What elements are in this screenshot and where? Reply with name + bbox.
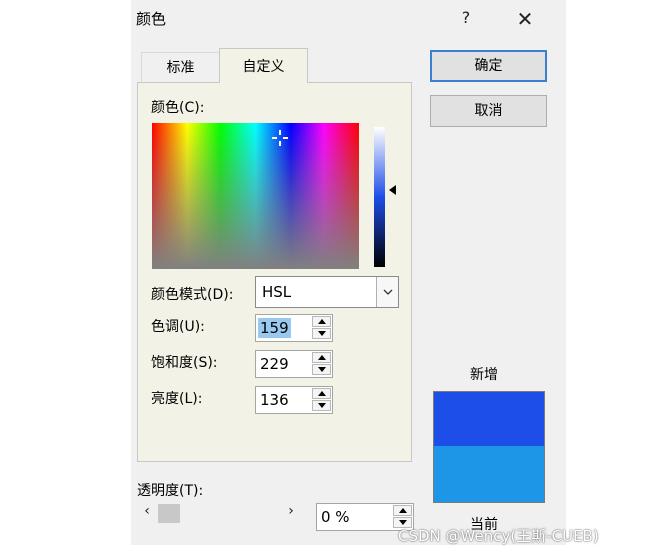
saturation-decrement-button[interactable]	[312, 364, 331, 375]
saturation-value[interactable]: 229	[258, 354, 291, 374]
luminance-label: 亮度(L):	[151, 391, 203, 407]
transparency-increment-button[interactable]	[393, 505, 412, 516]
arrow-down-icon	[317, 331, 326, 336]
hue-increment-button[interactable]	[312, 316, 331, 327]
cancel-button[interactable]: 取消	[430, 95, 547, 127]
color-preview	[433, 391, 545, 503]
luminance-spinner[interactable]: 136	[255, 386, 333, 414]
arrow-down-icon	[317, 403, 326, 408]
current-color-swatch	[434, 446, 544, 502]
saturation-spin-buttons	[312, 352, 331, 376]
luminance-increment-button[interactable]	[312, 388, 331, 399]
arrow-up-icon	[398, 508, 407, 513]
ok-button[interactable]: 确定	[430, 50, 547, 82]
dialog-title: 颜色	[136, 10, 167, 28]
hue-decrement-button[interactable]	[312, 328, 331, 339]
color-model-select[interactable]: HSL	[255, 276, 399, 308]
arrow-up-icon	[317, 355, 326, 360]
transparency-slider-thumb[interactable]	[158, 504, 180, 523]
watermark: CSDN @Wency(王斯-CUEB)	[398, 527, 599, 545]
arrow-up-icon	[317, 319, 326, 324]
slider-left-arrow-icon[interactable]: ‹	[139, 503, 155, 519]
arrow-up-icon	[317, 391, 326, 396]
hue-spinner[interactable]: 159	[255, 314, 333, 342]
hue-label: 色调(U):	[151, 319, 205, 335]
title-bar: 颜色 ? ✕	[131, 0, 566, 38]
hue-value[interactable]: 159	[258, 318, 291, 338]
color-spectrum[interactable]	[152, 123, 359, 269]
tab-standard[interactable]: 标准	[141, 52, 219, 82]
transparency-label: 透明度(T):	[137, 483, 204, 499]
color-model-label: 颜色模式(D):	[151, 287, 234, 303]
colors-label: 颜色(C):	[151, 100, 205, 116]
color-model-value: HSL	[262, 283, 292, 301]
luminance-value[interactable]: 136	[258, 390, 291, 410]
arrow-down-icon	[317, 367, 326, 372]
saturation-increment-button[interactable]	[312, 352, 331, 363]
new-color-swatch	[434, 392, 544, 446]
transparency-value[interactable]: 0 %	[319, 507, 352, 527]
luminance-slider[interactable]	[374, 127, 385, 267]
luminance-spin-buttons	[312, 388, 331, 412]
color-dialog: 颜色 ? ✕ 标准 自定义 颜色(C): 颜色模式(D): HSL 色调(U):…	[131, 0, 566, 545]
help-button[interactable]: ?	[454, 6, 478, 30]
tab-custom[interactable]: 自定义	[219, 48, 308, 83]
slider-right-arrow-icon[interactable]: ›	[283, 503, 299, 519]
crosshair-icon	[272, 130, 288, 146]
chevron-down-icon[interactable]	[376, 277, 398, 307]
new-color-label: 新增	[470, 367, 498, 383]
luminance-pointer-icon[interactable]	[389, 185, 396, 195]
saturation-label: 饱和度(S):	[151, 355, 218, 371]
luminance-decrement-button[interactable]	[312, 400, 331, 411]
hue-spin-buttons	[312, 316, 331, 340]
close-button[interactable]: ✕	[512, 6, 538, 32]
saturation-spinner[interactable]: 229	[255, 350, 333, 378]
